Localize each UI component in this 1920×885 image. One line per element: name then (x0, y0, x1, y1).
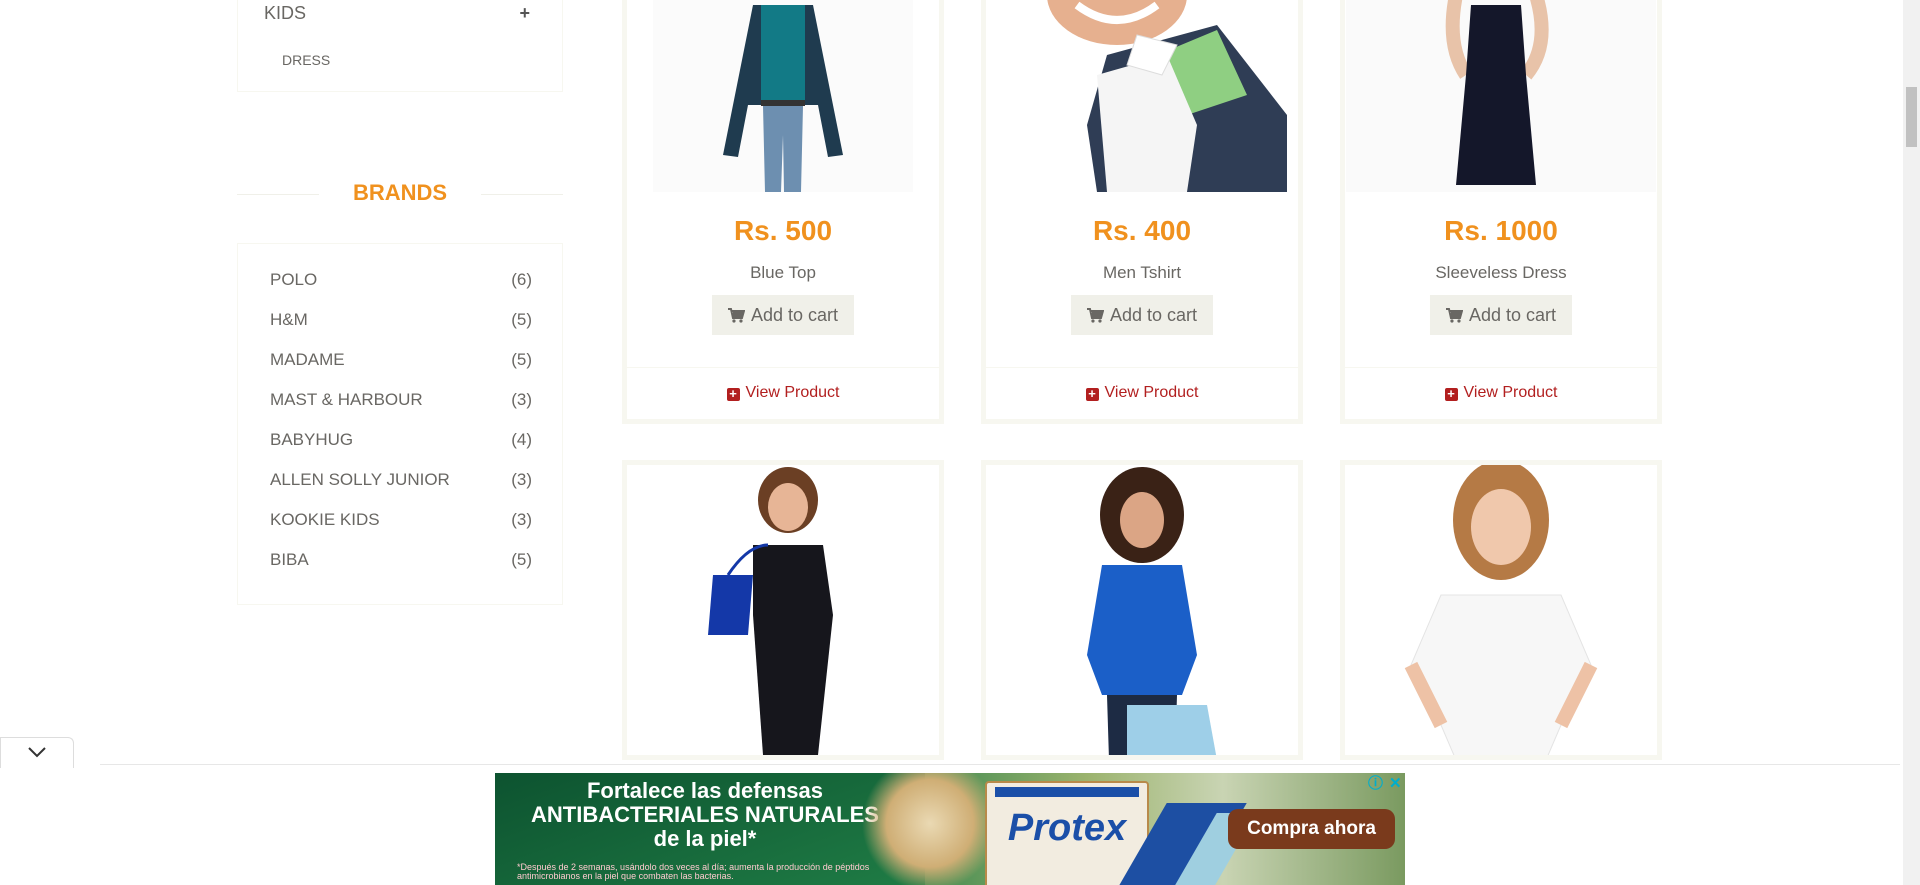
view-product-label: View Product (1463, 384, 1558, 401)
product-image-black-dress (627, 465, 939, 755)
brand-item[interactable]: H&M (5) (270, 310, 532, 334)
scrollbar-thumb[interactable] (1906, 87, 1917, 147)
ad-cta-button[interactable]: Compra ahora (1228, 809, 1395, 849)
brand-name[interactable]: MADAME (270, 350, 345, 370)
ad-fine-print: *Después de 2 semanas, usándolo dos vece… (517, 862, 870, 881)
ad-headline: Fortalece las defensas ANTIBACTERIALES N… (515, 779, 895, 851)
category-panel: KIDS + DRESS (237, 0, 563, 92)
product-name: Blue Top (750, 263, 816, 282)
product-name: Men Tshirt (1102, 263, 1182, 282)
product-card (622, 460, 944, 760)
product-image-men-tshirt (986, 0, 1298, 192)
brands-title: BRANDS (352, 180, 448, 205)
ad-collapse-toggle[interactable] (0, 737, 74, 768)
brands-heading: BRANDS (237, 180, 563, 205)
brand-count: (3) (511, 510, 532, 529)
cart-icon (1086, 307, 1104, 323)
brand-name[interactable]: ALLEN SOLLY JUNIOR (270, 470, 450, 490)
brands-list: POLO (6) H&M (5) MADAME (5) MAST & HARBO… (237, 243, 563, 605)
product-price: Rs. 1000 (1444, 215, 1558, 246)
brand-item[interactable]: BIBA (5) (270, 550, 532, 574)
add-to-cart-label: Add to cart (750, 305, 839, 325)
brand-item[interactable]: ALLEN SOLLY JUNIOR (3) (270, 470, 532, 494)
brand-name[interactable]: BABYHUG (270, 430, 353, 450)
brand-name[interactable]: BIBA (270, 550, 309, 570)
product-image-white-tshirt (1345, 465, 1657, 755)
add-to-cart-label: Add to cart (1468, 305, 1557, 325)
brand-item[interactable]: MAST & HARBOUR (3) (270, 390, 532, 414)
add-to-cart-label: Add to cart (1109, 305, 1198, 325)
expand-plus-icon[interactable]: + (519, 3, 530, 24)
card-divider (627, 367, 939, 368)
view-product-label: View Product (1104, 384, 1199, 401)
ad-banner[interactable]: Fortalece las defensas ANTIBACTERIALES N… (495, 773, 1405, 885)
brand-item[interactable]: MADAME (5) (270, 350, 532, 374)
ad-headline-line-1: Fortalece las defensas (586, 778, 823, 803)
page-scrollbar[interactable] (1903, 0, 1920, 885)
product-image-sleeveless-dress (1345, 0, 1657, 192)
brand-count: (6) (511, 270, 532, 289)
product-name: Sleeveless Dress (1435, 263, 1567, 282)
category-kids[interactable]: KIDS (264, 3, 306, 24)
chevron-down-icon (28, 747, 46, 758)
cart-icon (1445, 307, 1463, 323)
product-price: Rs. 500 (733, 215, 833, 246)
brand-name[interactable]: H&M (270, 310, 308, 330)
product-card: Rs. 1000 Sleeveless Dress Add to cart + V… (1340, 0, 1662, 424)
brand-item[interactable]: KOOKIE KIDS (3) (270, 510, 532, 534)
brand-item[interactable]: BABYHUG (4) (270, 430, 532, 454)
add-to-cart-button[interactable]: Add to cart (711, 295, 855, 335)
brand-count: (4) (511, 430, 532, 449)
ad-info-icon[interactable]: ⓘ (1368, 776, 1383, 792)
brand-count: (3) (511, 390, 532, 409)
ad-headline-line-3: de la piel* (653, 826, 757, 851)
product-price: Rs. 400 (1092, 215, 1192, 246)
subcategory-dress[interactable]: DRESS (282, 52, 330, 68)
plus-square-icon: + (1085, 387, 1099, 401)
add-to-cart-button[interactable]: Add to cart (1429, 295, 1573, 335)
product-image-blue-top (627, 0, 939, 192)
cart-icon (727, 307, 745, 323)
product-card: Rs. 500 Blue Top Add to cart + View Produ… (622, 0, 944, 424)
product-card (1340, 460, 1662, 760)
product-card: Rs. 400 Men Tshirt Add to cart + View Pro… (981, 0, 1303, 424)
ad-package-band (995, 787, 1139, 797)
brand-count: (5) (511, 350, 532, 369)
add-to-cart-button[interactable]: Add to cart (1070, 295, 1214, 335)
ad-brand-logo: Protex (1007, 807, 1127, 849)
brand-name[interactable]: POLO (270, 270, 317, 290)
ad-honeycomb-image (855, 773, 1005, 885)
view-product-link[interactable]: + View Product (627, 384, 939, 402)
plus-square-icon: + (1444, 387, 1458, 401)
card-divider (1345, 367, 1657, 368)
view-product-label: View Product (745, 384, 840, 401)
view-product-link[interactable]: + View Product (1345, 384, 1657, 402)
brand-item[interactable]: POLO (6) (270, 270, 532, 294)
brand-count: (3) (511, 470, 532, 489)
plus-square-icon: + (726, 387, 740, 401)
ad-product-package: Protex (985, 781, 1149, 885)
product-card (981, 460, 1303, 760)
product-image-blue-sweater (986, 465, 1298, 755)
brand-name[interactable]: MAST & HARBOUR (270, 390, 423, 410)
ad-controls: ⓘ ✕ (1368, 776, 1404, 792)
ad-close-icon[interactable]: ✕ (1389, 776, 1402, 792)
brand-count: (5) (511, 310, 532, 329)
brand-name[interactable]: KOOKIE KIDS (270, 510, 380, 530)
ad-headline-line-2: ANTIBACTERIALES NATURALES (531, 802, 879, 827)
heading-divider-right (481, 194, 563, 195)
card-divider (986, 367, 1298, 368)
brand-count: (5) (511, 550, 532, 569)
view-product-link[interactable]: + View Product (986, 384, 1298, 402)
